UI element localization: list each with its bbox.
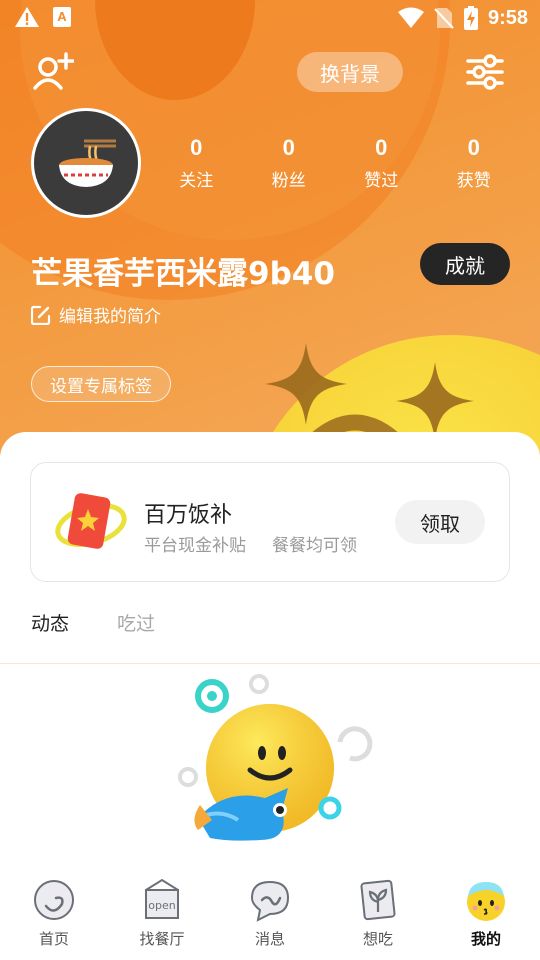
- restaurant-icon: open: [145, 878, 179, 919]
- warning-icon: [15, 7, 39, 27]
- sliders-icon[interactable]: [466, 54, 504, 90]
- stat-label: 赞过: [364, 171, 399, 191]
- tab-eaten[interactable]: 吃过: [117, 609, 155, 636]
- stat-label: 关注: [179, 171, 214, 191]
- username: 芒果香芋西米露9b40: [31, 256, 335, 292]
- divider: [0, 663, 540, 664]
- nav-label: 找餐厅: [139, 930, 185, 948]
- avatar[interactable]: [31, 108, 141, 218]
- red-envelope-icon: [55, 493, 127, 549]
- home-icon: [34, 880, 74, 920]
- status-bar: A 9:58: [0, 0, 540, 36]
- nav-label: 想吃: [362, 930, 393, 948]
- stat-likes-received[interactable]: 0 获赞: [428, 135, 521, 192]
- nav-messages[interactable]: 消息: [216, 868, 324, 960]
- app-notification-icon: A: [53, 7, 71, 27]
- battery-charging-icon: [463, 6, 478, 30]
- profile-stats: 0 关注 0 粉丝 0 赞过 0 获赞: [150, 135, 521, 192]
- mascot-illustration: [178, 674, 373, 841]
- stat-number: 0: [467, 135, 480, 160]
- edit-bio-label: 编辑我的简介: [59, 307, 161, 327]
- change-background-button[interactable]: 换背景: [297, 52, 403, 92]
- stat-liked[interactable]: 0 赞过: [335, 135, 428, 192]
- svg-text:open: open: [148, 899, 175, 912]
- stat-label: 获赞: [456, 171, 491, 191]
- stat-following[interactable]: 0 关注: [150, 135, 243, 192]
- nav-home[interactable]: 首页: [0, 868, 108, 960]
- nav-profile[interactable]: 我的: [432, 868, 540, 960]
- stat-number: 0: [190, 135, 203, 160]
- content-tabs: 动态 吃过: [31, 609, 155, 636]
- claim-button[interactable]: 领取: [395, 500, 485, 544]
- tab-activity[interactable]: 动态: [31, 609, 69, 636]
- promo-subtitle-part: 平台现金补贴: [144, 536, 246, 556]
- nav-find-restaurant[interactable]: open 找餐厅: [108, 868, 216, 960]
- bottom-nav: 首页 open 找餐厅 消息 想吃 我的: [0, 868, 540, 960]
- nav-label: 我的: [470, 930, 501, 948]
- achievements-button[interactable]: 成就: [420, 243, 510, 285]
- nav-label: 消息: [254, 930, 285, 948]
- promo-card[interactable]: 百万饭补 平台现金补贴 餐餐均可领 领取: [30, 462, 510, 582]
- promo-title: 百万饭补: [144, 503, 233, 528]
- stat-followers[interactable]: 0 粉丝: [243, 135, 336, 192]
- promo-subtitle: 平台现金补贴 餐餐均可领: [144, 531, 383, 556]
- no-sim-icon: [434, 8, 454, 29]
- nav-label: 首页: [38, 930, 69, 948]
- edit-icon: [31, 305, 51, 325]
- wishlist-icon: [360, 879, 396, 921]
- profile-face-icon: [467, 882, 505, 921]
- add-user-icon[interactable]: [32, 52, 74, 92]
- nav-wishlist[interactable]: 想吃: [324, 868, 432, 960]
- promo-subtitle-part: 餐餐均可领: [272, 536, 357, 556]
- edit-bio-link[interactable]: 编辑我的简介: [31, 302, 161, 327]
- set-tag-button[interactable]: 设置专属标签: [31, 366, 171, 402]
- status-time: 9:58: [487, 6, 528, 29]
- wifi-icon: [397, 7, 424, 28]
- stat-number: 0: [375, 135, 388, 160]
- stat-number: 0: [282, 135, 295, 160]
- noodle-bowl-icon: [59, 139, 116, 187]
- message-icon: [250, 880, 290, 922]
- stat-label: 粉丝: [271, 171, 306, 191]
- svg-text:A: A: [57, 9, 67, 24]
